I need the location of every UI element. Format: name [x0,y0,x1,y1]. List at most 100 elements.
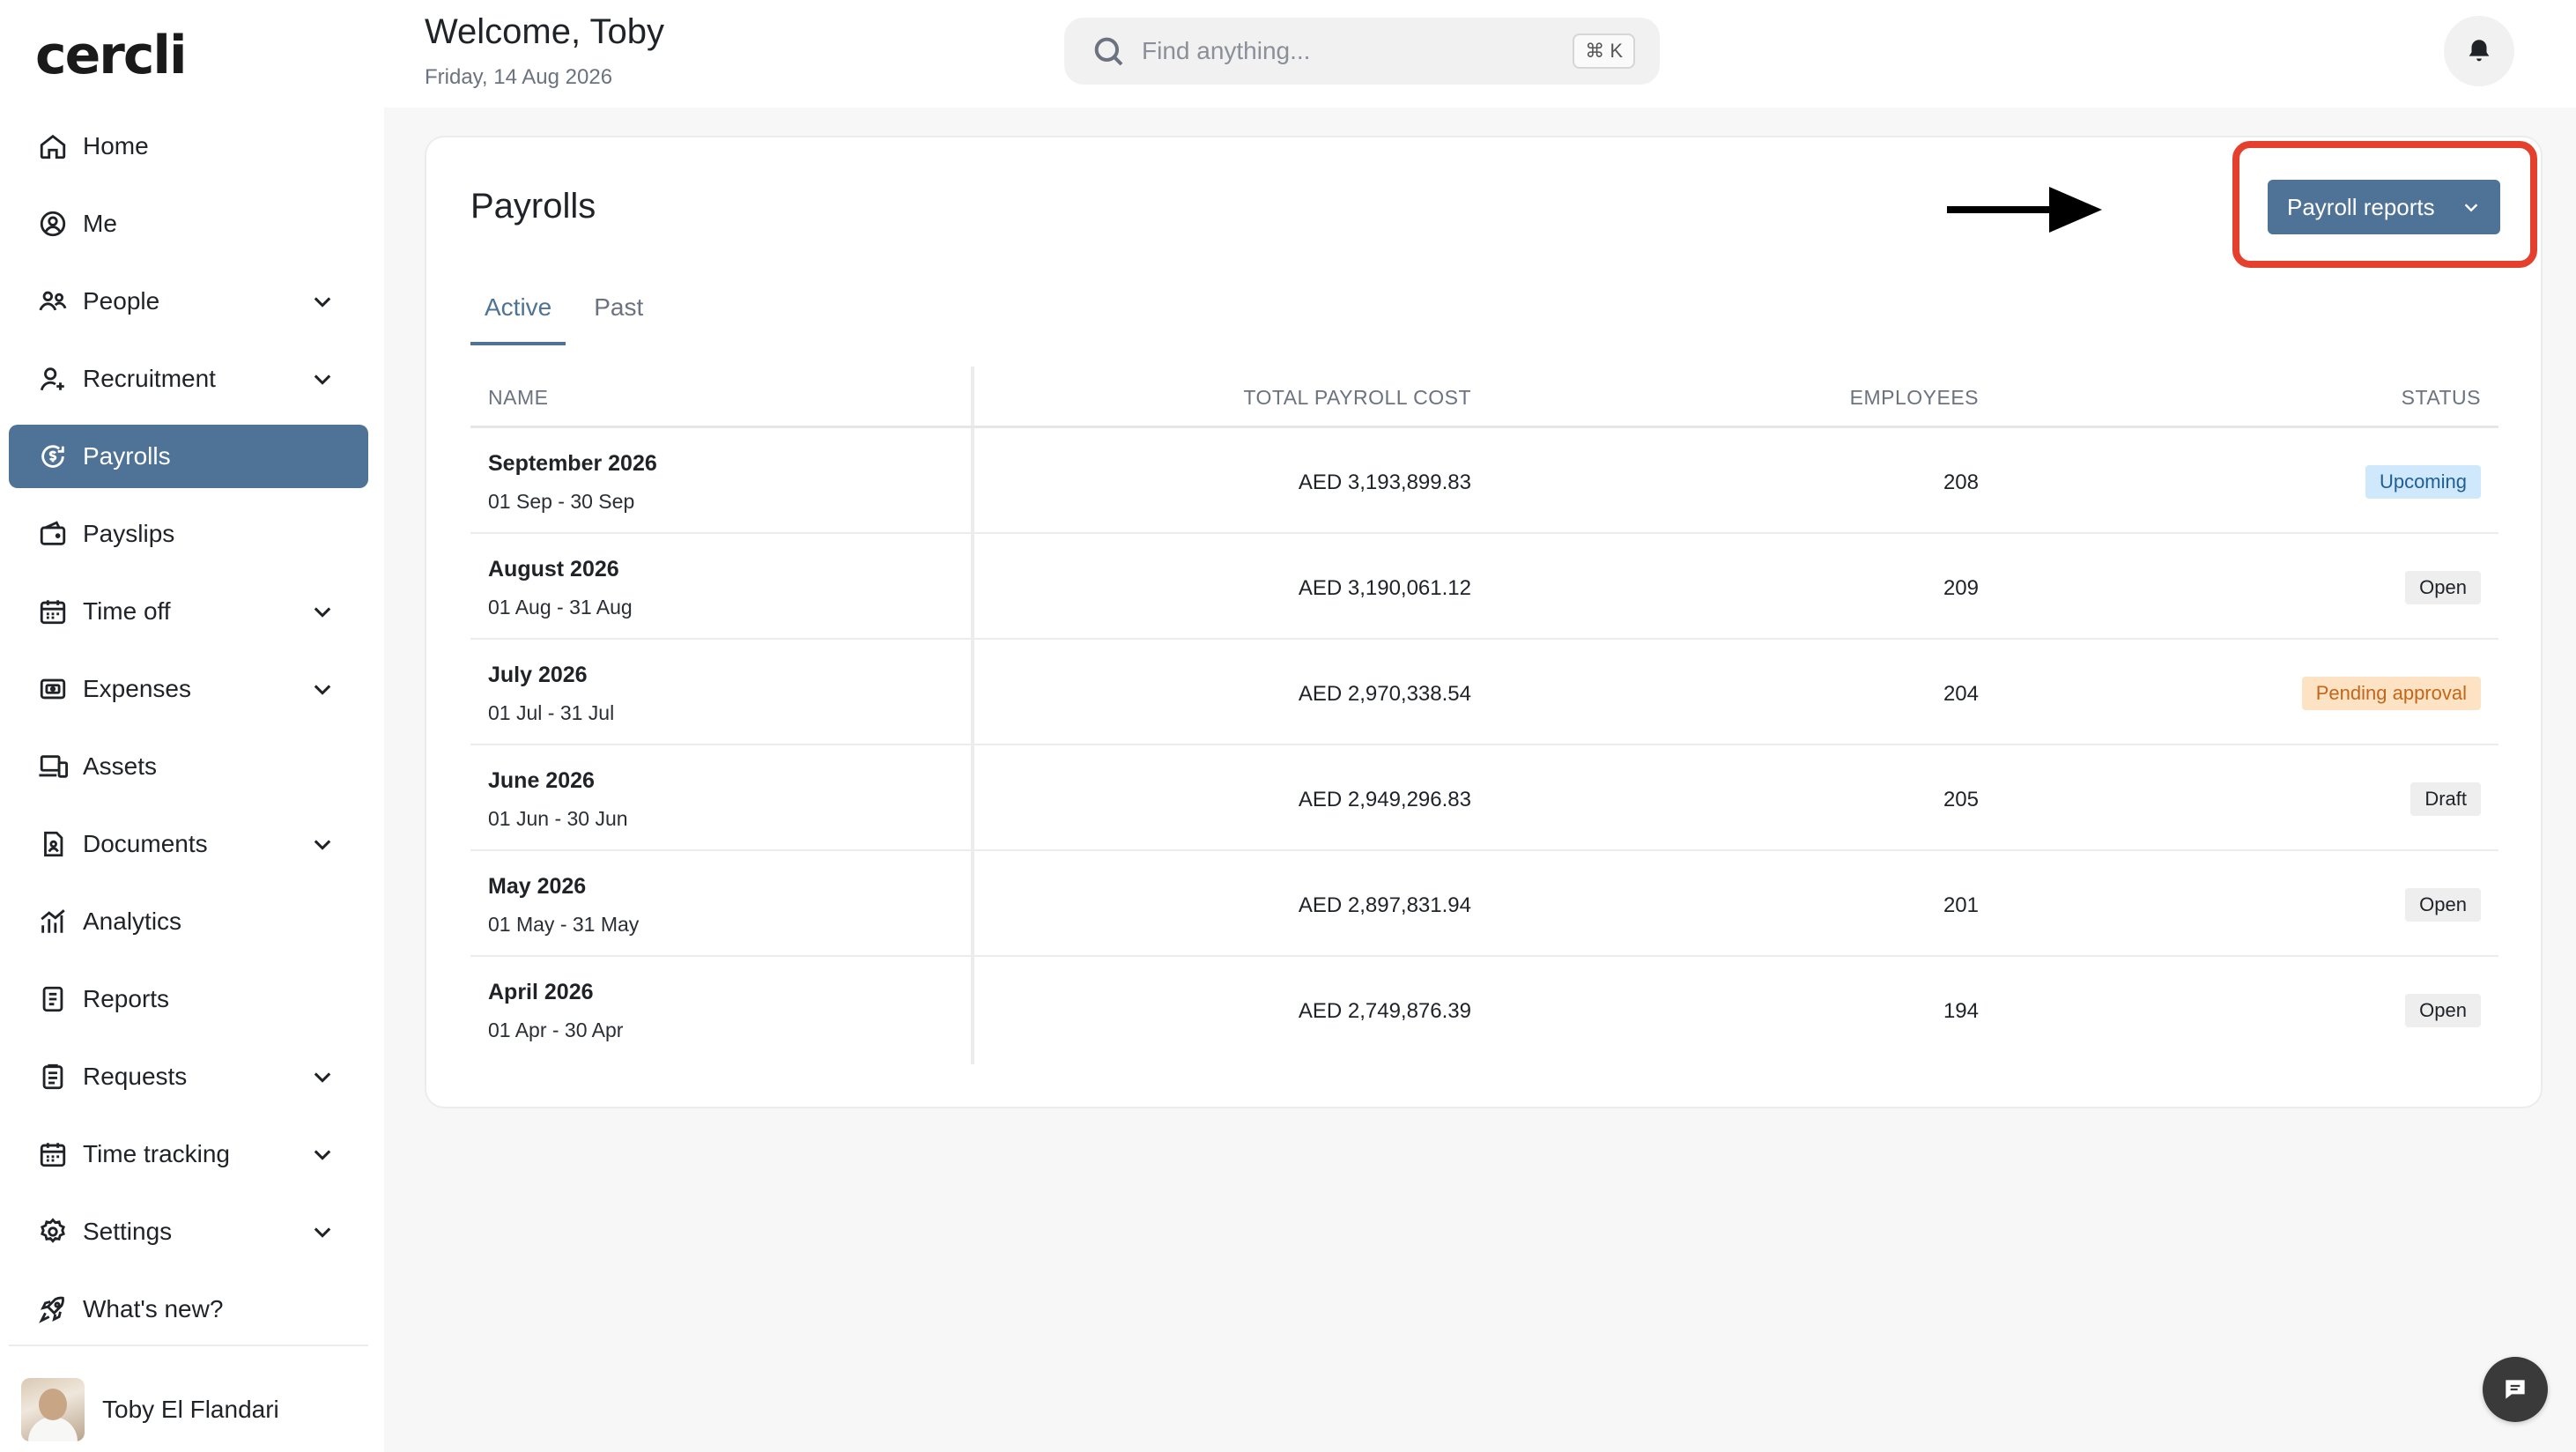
sidebar-item-label: What's new? [83,1295,224,1322]
chevron-down-icon[interactable] [310,1064,335,1089]
payrolls-card: Payrolls Payroll reports Active Past NAM… [425,136,2543,1108]
chevron-down-icon[interactable] [310,289,335,314]
sidebar-item-label: Payslips [83,520,175,547]
tab-past[interactable]: Past [580,287,657,345]
payroll-reports-button[interactable]: Payroll reports [2268,180,2500,234]
payroll-employees: 208 [1943,470,1979,494]
sidebar-item-recruitment[interactable]: Recruitment [9,347,368,411]
sidebar-divider [9,1345,368,1346]
payrolls-table: NAME TOTAL PAYROLL COST EMPLOYEES STATUS… [470,367,2498,1064]
sidebar-item-label: Analytics [83,908,182,935]
payroll-name: July 2026 [488,663,588,687]
page-greeting: Welcome, Toby [425,12,664,51]
table-header: NAME TOTAL PAYROLL COST EMPLOYEES STATUS [470,367,2498,428]
sidebar-item-label: Time off [83,597,171,625]
table-row[interactable]: April 2026 01 Apr - 30 Apr AED 2,749,876… [470,957,2498,1063]
payroll-range: 01 Aug - 31 Aug [488,596,633,619]
chat-button[interactable] [2483,1357,2548,1422]
sidebar-item-time-off[interactable]: Time off [9,580,368,643]
document-icon [37,828,69,860]
column-header-name[interactable]: NAME [488,386,548,410]
payroll-employees: 209 [1943,576,1979,600]
sidebar-item-label: Payrolls [83,442,171,470]
payroll-employees: 204 [1943,682,1979,706]
sidebar-item-whats-new[interactable]: What's new? [9,1278,368,1341]
chevron-down-icon[interactable] [310,367,335,391]
sidebar-item-home[interactable]: Home [9,115,368,178]
chevron-down-icon[interactable] [310,599,335,624]
rocket-icon [37,1293,69,1325]
user-profile[interactable]: Toby El Flandari [21,1376,279,1443]
payroll-name: April 2026 [488,980,594,1004]
chevron-down-icon[interactable] [310,1142,335,1167]
notifications-button[interactable] [2444,16,2514,86]
sidebar-item-label: Me [83,210,117,237]
payroll-reports-label: Payroll reports [2287,193,2435,220]
wallet-icon [37,518,69,550]
payroll-cost: AED 3,193,899.83 [1298,470,1471,494]
sidebar-item-me[interactable]: Me [9,192,368,256]
payroll-cost: AED 2,949,296.83 [1298,788,1471,811]
table-row[interactable]: May 2026 01 May - 31 May AED 2,897,831.9… [470,851,2498,957]
gear-icon [37,1216,69,1248]
payroll-employees: 205 [1943,788,1979,811]
sidebar-item-reports[interactable]: Reports [9,967,368,1031]
report-icon [37,983,69,1015]
payroll-name: May 2026 [488,874,587,899]
user-add-icon [37,363,69,395]
sidebar-item-label: Documents [83,830,208,857]
chevron-down-icon[interactable] [310,677,335,701]
sidebar-item-documents[interactable]: Documents [9,812,368,876]
payroll-name: June 2026 [488,768,595,793]
sidebar-item-expenses[interactable]: Expenses [9,657,368,721]
table-row[interactable]: September 2026 01 Sep - 30 Sep AED 3,193… [470,428,2498,534]
payroll-range: 01 Jul - 31 Jul [488,701,615,724]
search-input[interactable] [1142,37,1547,65]
sidebar-item-analytics[interactable]: Analytics [9,890,368,953]
analytics-icon [37,906,69,937]
sidebar-item-label: Assets [83,752,158,780]
table-row[interactable]: July 2026 01 Jul - 31 Jul AED 2,970,338.… [470,640,2498,745]
sidebar-item-people[interactable]: People [9,270,368,333]
sidebar-item-label: Expenses [83,675,191,702]
payroll-range: 01 Apr - 30 Apr [488,1019,624,1041]
sidebar-item-label: Settings [83,1218,173,1245]
sidebar-item-assets[interactable]: Assets [9,735,368,798]
table-row[interactable]: June 2026 01 Jun - 30 Jun AED 2,949,296.… [470,745,2498,851]
tab-active[interactable]: Active [470,287,566,345]
sidebar-item-label: Reports [83,985,170,1012]
sidebar-item-payrolls[interactable]: Payrolls [9,425,368,488]
receipt-icon [37,673,69,705]
status-badge: Draft [2410,782,2481,816]
payroll-tabs: Active Past [470,287,671,345]
sidebar-item-label: Recruitment [83,365,216,392]
sidebar-item-settings[interactable]: Settings [9,1200,368,1263]
chevron-down-icon[interactable] [310,832,335,856]
app-logo[interactable]: cercli [35,25,188,86]
status-badge: Open [2405,994,2481,1027]
search-shortcut-hint: ⌘ K [1573,33,1635,69]
sidebar-item-payslips[interactable]: Payslips [9,502,368,566]
column-header-employees[interactable]: EMPLOYEES [1850,386,1979,410]
sidebar-item-time-tracking[interactable]: Time tracking [9,1122,368,1186]
column-header-status[interactable]: STATUS [2402,386,2481,410]
table-row[interactable]: August 2026 01 Aug - 31 Aug AED 3,190,06… [470,534,2498,640]
payroll-icon [37,441,69,472]
sidebar-item-label: People [83,287,160,315]
sidebar-item-requests[interactable]: Requests [9,1045,368,1108]
top-header: Welcome, Toby Friday, 14 Aug 2026 ⌘ K [384,0,2576,107]
search-bar[interactable]: ⌘ K [1064,18,1660,85]
page-title: Payrolls [470,187,596,226]
payroll-cost: AED 2,749,876.39 [1298,999,1471,1023]
status-badge: Open [2405,888,2481,922]
payroll-cost: AED 2,897,831.94 [1298,893,1471,917]
calendar-clock-icon [37,1138,69,1170]
status-badge: Pending approval [2301,677,2481,710]
sidebar-item-label: Home [83,132,149,159]
column-header-cost[interactable]: TOTAL PAYROLL COST [1243,386,1471,410]
sidebar: cercli Home Me People Recruitment Payrol… [0,0,384,1452]
payroll-name: August 2026 [488,557,619,582]
status-badge: Upcoming [2365,465,2481,499]
clipboard-icon [37,1061,69,1093]
chevron-down-icon[interactable] [310,1219,335,1244]
